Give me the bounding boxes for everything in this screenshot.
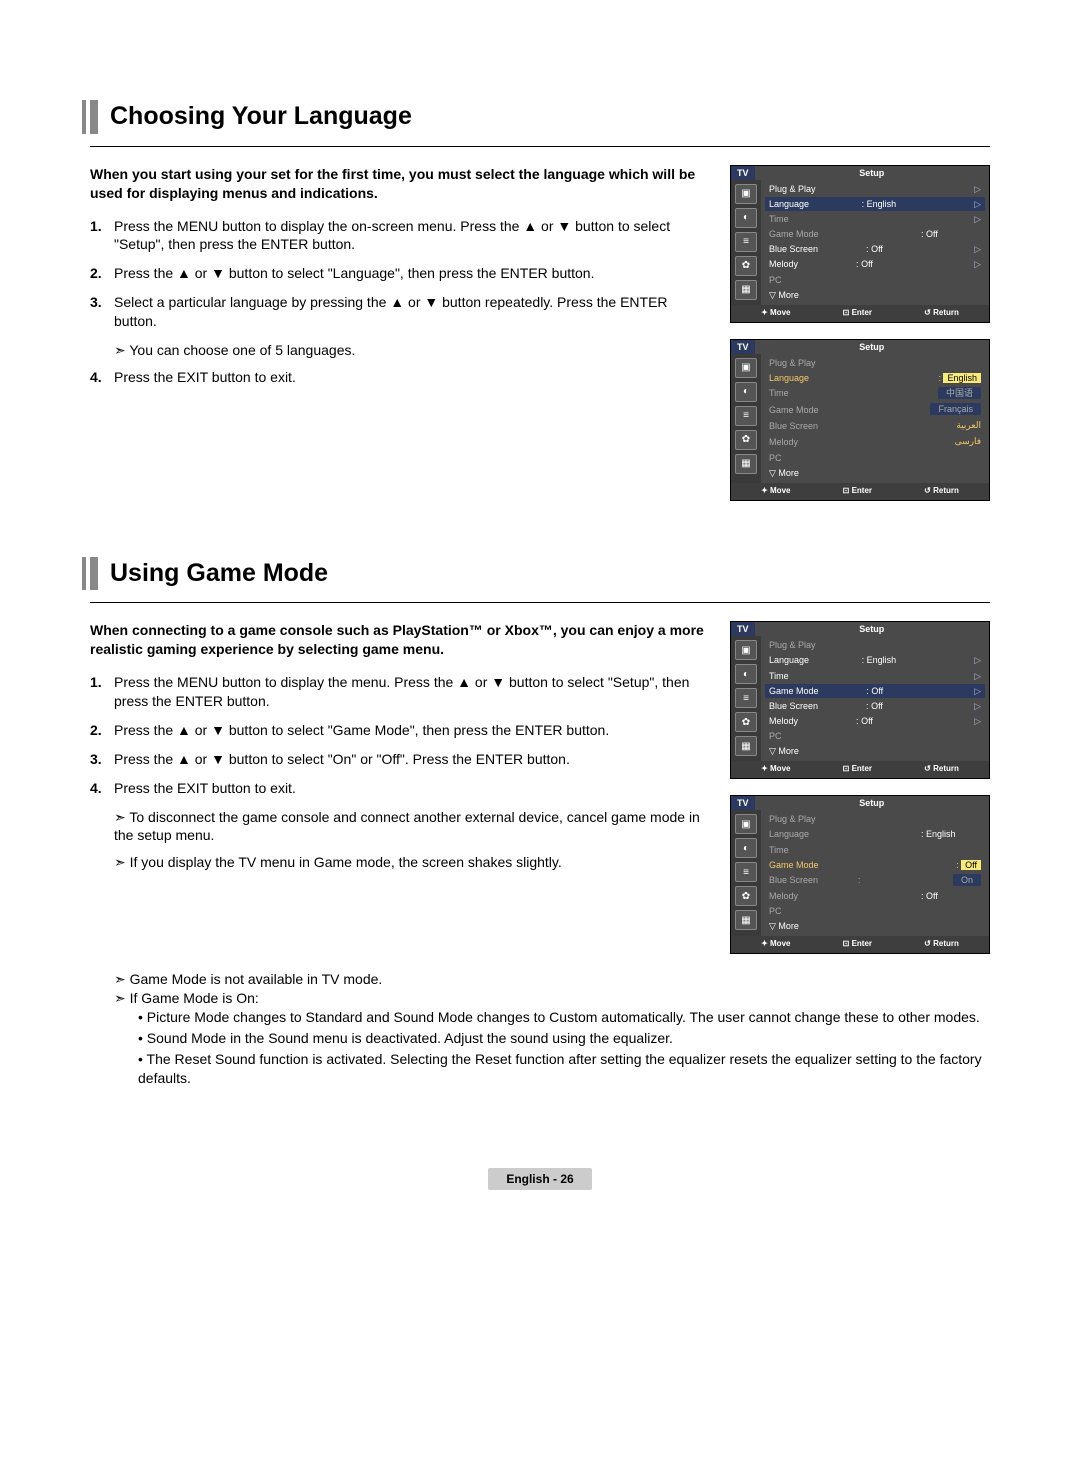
input-icon: ▦ xyxy=(735,280,757,300)
intro-text: When you start using your set for the fi… xyxy=(90,165,710,203)
step-text: Press the EXIT button to exit. xyxy=(114,779,296,798)
osd-screenshots: TVSetup ▣ ◐ ≡ ✿ ▦ Plug & Play▷ Language:… xyxy=(730,165,990,517)
osd-language-options: TVSetup ▣◐≡✿▦ Plug & Play Language: Engl… xyxy=(730,339,990,501)
note: Game Mode is not available in TV mode. xyxy=(114,970,990,989)
divider xyxy=(90,602,990,603)
bullet-list: • Picture Mode changes to Standard and S… xyxy=(138,1008,990,1088)
sound-icon: ◐ xyxy=(735,208,757,228)
steps-list: 4.Press the EXIT button to exit. xyxy=(90,368,710,387)
step-text: Press the ▲ or ▼ button to select "Game … xyxy=(114,721,609,740)
steps-list: 1.Press the MENU button to display the o… xyxy=(90,217,710,331)
section-title-language: Choosing Your Language xyxy=(90,100,990,134)
instructions-col: When you start using your set for the fi… xyxy=(90,165,710,397)
step-note: You can choose one of 5 languages. xyxy=(114,341,710,360)
page-footer: English - 26 xyxy=(90,1168,990,1190)
manual-page: Choosing Your Language When you start us… xyxy=(90,100,990,1190)
osd-icon-col: ▣ ◐ ≡ ✿ ▦ xyxy=(731,180,761,305)
bullet: • Picture Mode changes to Standard and S… xyxy=(138,1008,990,1027)
notes-continued: Game Mode is not available in TV mode. I… xyxy=(114,970,990,1087)
picture-icon: ▣ xyxy=(735,184,757,204)
section-body: When you start using your set for the fi… xyxy=(90,165,990,517)
bullet: • The Reset Sound function is activated.… xyxy=(138,1050,990,1088)
osd-gamemode-sel: TVSetup ▣◐≡✿▦ Plug & Play Language: Engl… xyxy=(730,621,990,779)
intro-text: When connecting to a game console such a… xyxy=(90,621,710,659)
step-text: Press the ▲ or ▼ button to select "Langu… xyxy=(114,264,594,283)
bullet: • Sound Mode in the Sound menu is deacti… xyxy=(138,1029,990,1048)
step-text: Select a particular language by pressing… xyxy=(114,293,710,331)
section-title-gamemode: Using Game Mode xyxy=(90,557,990,591)
note: If you display the TV menu in Game mode,… xyxy=(114,853,710,872)
page-number-badge: English - 26 xyxy=(488,1168,591,1190)
divider xyxy=(90,146,990,147)
osd-gamemode-options: TVSetup ▣◐≡✿▦ Plug & Play Language: Engl… xyxy=(730,795,990,954)
section-body: When connecting to a game console such a… xyxy=(90,621,990,970)
step-text: Press the MENU button to display the on-… xyxy=(114,217,710,255)
channel-icon: ≡ xyxy=(735,232,757,252)
step-text: Press the ▲ or ▼ button to select "On" o… xyxy=(114,750,570,769)
note: If Game Mode is On: xyxy=(114,989,990,1008)
note: To disconnect the game console and conne… xyxy=(114,808,710,846)
step-text: Press the MENU button to display the men… xyxy=(114,673,710,711)
setup-icon: ✿ xyxy=(735,256,757,276)
step-text: Press the EXIT button to exit. xyxy=(114,368,296,387)
osd-setup-language-sel: TVSetup ▣ ◐ ≡ ✿ ▦ Plug & Play▷ Language:… xyxy=(730,165,990,323)
